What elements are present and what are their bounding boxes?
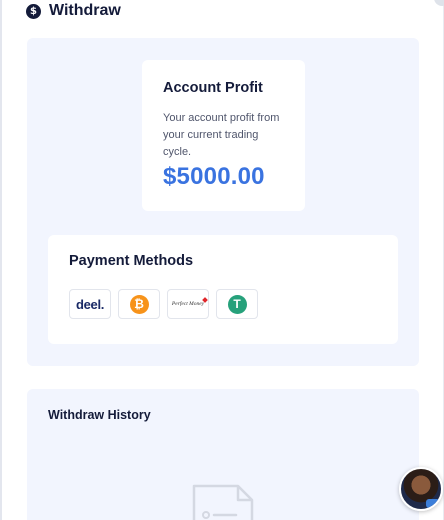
support-chat-avatar[interactable] bbox=[399, 467, 443, 511]
account-profit-description: Your account profit from your current tr… bbox=[163, 112, 280, 158]
payment-methods-title: Payment Methods bbox=[69, 253, 194, 269]
payment-method-perfect-money[interactable]: Perfect Money bbox=[167, 289, 209, 319]
account-profit-amount: $5000.00 bbox=[163, 163, 265, 190]
chat-badge-icon bbox=[426, 499, 440, 508]
payment-method-deel[interactable]: deel. bbox=[69, 289, 111, 319]
tether-icon: T bbox=[227, 294, 247, 314]
page-left-border bbox=[0, 0, 2, 520]
account-profit-title: Account Profit bbox=[163, 80, 263, 96]
page-header: $ Withdraw bbox=[26, 0, 121, 22]
page-title: Withdraw bbox=[49, 2, 121, 19]
deel-logo: deel. bbox=[75, 296, 105, 312]
withdraw-history-panel: Withdraw History bbox=[27, 389, 419, 520]
payment-methods-card: Payment Methods deel. ₿ Perfect Money T bbox=[48, 235, 398, 344]
empty-document-icon bbox=[192, 484, 254, 520]
corner-scroll-indicator bbox=[434, 0, 444, 6]
perfect-money-logo: Perfect Money bbox=[172, 297, 208, 307]
account-profit-card: Account Profit Your account profit from … bbox=[142, 60, 305, 211]
withdraw-history-title: Withdraw History bbox=[48, 408, 151, 422]
withdraw-panel: Account Profit Your account profit from … bbox=[27, 38, 419, 366]
dollar-circle-icon: $ bbox=[26, 3, 41, 19]
bitcoin-icon: ₿ bbox=[129, 294, 149, 314]
payment-method-tether[interactable]: T bbox=[216, 289, 258, 319]
payment-method-bitcoin[interactable]: ₿ bbox=[118, 289, 160, 319]
payment-methods-list: deel. ₿ Perfect Money T bbox=[69, 289, 258, 319]
